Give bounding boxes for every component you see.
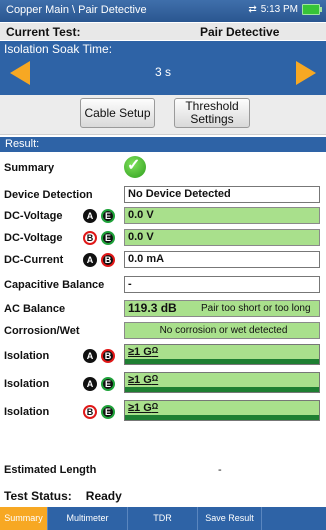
isolation-ae-stripe — [125, 387, 319, 392]
soak-time-value: 3 s — [154, 65, 171, 79]
current-test-value: Pair Detective — [200, 25, 280, 39]
result-header: Result: — [0, 137, 326, 152]
dc-voltage-ae-row: DC-Voltage A E 0.0 V — [0, 207, 326, 225]
circle-b: B — [83, 231, 97, 245]
isolation-ab-value: ≥1 G — [128, 346, 152, 358]
dc-current-row: DC-Current A B 0.0 mA — [0, 251, 326, 269]
isolation-be-value: ≥1 G — [128, 402, 152, 414]
corrosion-label: Corrosion/Wet — [4, 325, 80, 337]
isolation-be-row: Isolation B E ≥1 GΩ — [0, 400, 326, 424]
ac-balance-box: 119.3 dB Pair too short or too long — [124, 300, 320, 317]
circle-b-4: B — [83, 405, 97, 419]
arrow-right-icon[interactable] — [296, 61, 316, 85]
circle-e-4: E — [101, 405, 115, 419]
device-detection-value: No Device Detected — [124, 186, 320, 203]
threshold-line2: Settings — [190, 112, 234, 126]
tab-tdr[interactable]: TDR — [128, 507, 198, 530]
est-length-label: Estimated Length — [4, 464, 97, 476]
cable-setup-button[interactable]: Cable Setup — [80, 98, 155, 128]
ac-balance-value: 119.3 dB — [128, 301, 177, 315]
test-status-value: Ready — [85, 489, 122, 503]
dc-voltage-label: DC-Voltage — [4, 210, 63, 222]
isolation-ab-value-box: ≥1 GΩ — [124, 344, 320, 365]
dc-current-label: DC-Current — [4, 254, 64, 266]
ac-balance-note: Pair too short or too long — [201, 303, 311, 314]
circle-e-3: E — [101, 377, 115, 391]
summary-row: Summary ✓ — [0, 156, 326, 178]
cap-balance-row: Capacitive Balance - — [0, 276, 326, 294]
circle-b-2: B — [101, 253, 115, 267]
isolation-be-value-box: ≥1 GΩ — [124, 400, 320, 421]
device-detection-label: Device Detection — [4, 189, 93, 201]
isolation-ae-value-box: ≥1 GΩ — [124, 372, 320, 393]
tab-save-result[interactable]: Save Result — [198, 507, 262, 530]
isolation-label-2: Isolation — [4, 378, 50, 390]
check-icon: ✓ — [124, 156, 146, 178]
isolation-ae-value: ≥1 G — [128, 374, 152, 386]
test-status-label: Test Status: — [4, 489, 72, 503]
circle-b-3: B — [101, 349, 115, 363]
cap-balance-label: Capacitive Balance — [4, 279, 105, 291]
est-length-value: - — [218, 464, 222, 476]
ac-balance-label: AC Balance — [4, 303, 66, 315]
corrosion-row: Corrosion/Wet No corrosion or wet detect… — [0, 322, 326, 340]
battery-icon — [302, 4, 322, 15]
soak-time-panel: Isolation Soak Time: 3 s — [0, 41, 326, 95]
circle-a-2: A — [83, 253, 97, 267]
circle-a-4: A — [83, 377, 97, 391]
est-length-row: Estimated Length - — [0, 464, 326, 480]
circle-a: A — [83, 209, 97, 223]
isolation-label-3: Isolation — [4, 406, 50, 418]
isolation-label: Isolation — [4, 350, 50, 362]
circle-e-2: E — [101, 231, 115, 245]
isolation-be-stripe — [125, 415, 319, 420]
ac-balance-row: AC Balance 119.3 dB Pair too short or to… — [0, 300, 326, 318]
dc-voltage-be-value: 0.0 V — [124, 229, 320, 246]
ohm-symbol-3: Ω — [151, 402, 159, 411]
isolation-ab-stripe — [125, 359, 319, 364]
isolation-ae-row: Isolation A E ≥1 GΩ — [0, 372, 326, 396]
summary-label: Summary — [4, 162, 55, 174]
circle-a-3: A — [83, 349, 97, 363]
cap-balance-value: - — [124, 276, 320, 293]
dc-voltage-ae-value: 0.0 V — [124, 207, 320, 224]
isolation-ab-row: Isolation A B ≥1 GΩ — [0, 344, 326, 368]
dc-current-value: 0.0 mA — [124, 251, 320, 268]
threshold-settings-button[interactable]: Threshold Settings — [174, 98, 250, 128]
dc-voltage-label-2: DC-Voltage — [4, 232, 63, 244]
transfer-icon: ⇄ — [248, 4, 257, 15]
tab-summary[interactable]: Summary — [0, 507, 48, 530]
current-test-label: Current Test: — [6, 25, 81, 39]
dc-voltage-be-row: DC-Voltage B E 0.0 V — [0, 229, 326, 247]
tab-multimeter[interactable]: Multimeter — [48, 507, 128, 530]
circle-e: E — [101, 209, 115, 223]
status-bar: Copper Main \ Pair Detective ⇄ 5:13 PM — [0, 0, 326, 22]
ohm-symbol: Ω — [151, 346, 159, 355]
soak-time-title: Isolation Soak Time: — [4, 42, 113, 56]
clock: 5:13 PM — [260, 4, 298, 15]
ohm-symbol-2: Ω — [151, 374, 159, 383]
device-detection-row: Device Detection No Device Detected — [0, 186, 326, 204]
result-header-label: Result: — [5, 138, 40, 150]
breadcrumb: Copper Main \ Pair Detective — [6, 4, 147, 16]
bottom-tabs: Summary Multimeter TDR Save Result — [0, 507, 326, 530]
test-status: Test Status: Ready — [4, 489, 122, 503]
current-test-bar: Current Test: Pair Detective — [0, 23, 326, 40]
setup-buttons: Cable Setup Threshold Settings — [0, 95, 326, 135]
corrosion-value: No corrosion or wet detected — [124, 322, 320, 339]
status-right: ⇄ 5:13 PM — [248, 4, 322, 15]
